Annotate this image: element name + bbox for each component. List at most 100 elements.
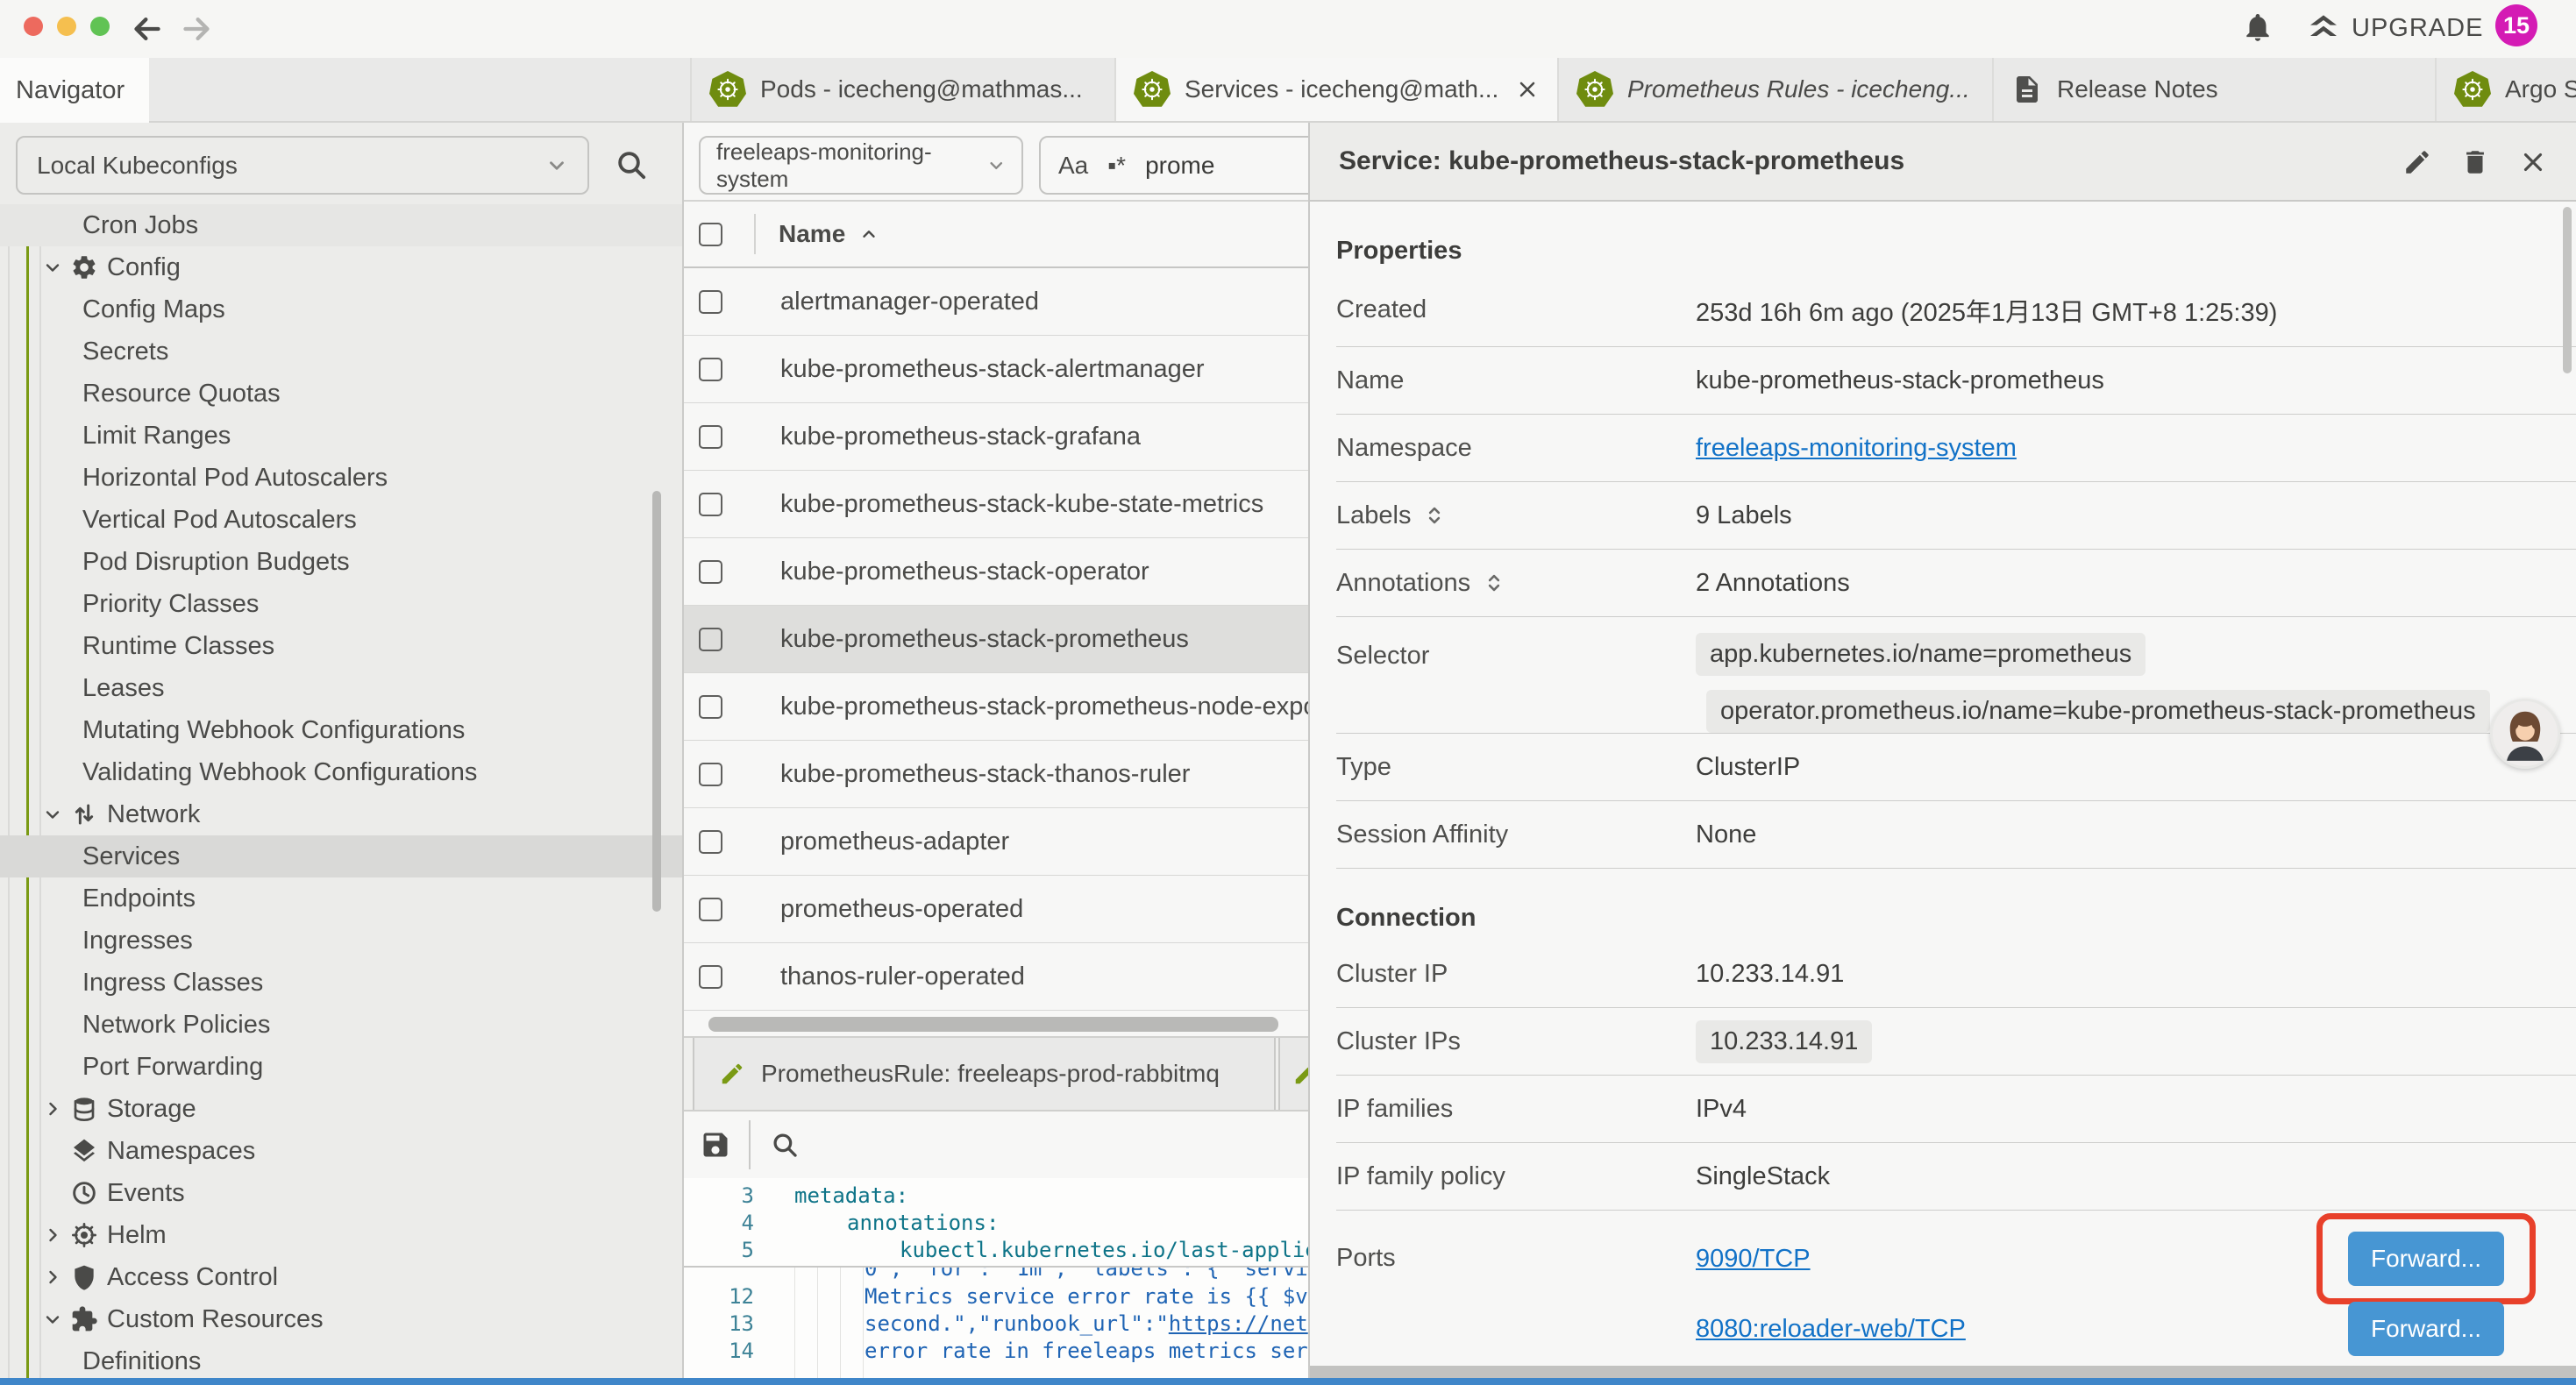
sidebar-item[interactable]: Network <box>0 793 682 835</box>
expand-toggle-icon[interactable] <box>1483 572 1505 594</box>
sidebar-item[interactable]: Secrets <box>0 330 682 373</box>
tree-chevron-icon[interactable] <box>42 1267 63 1288</box>
search-input[interactable]: Aa ▪* prome <box>1039 136 1308 195</box>
select-all-checkbox[interactable] <box>699 223 722 246</box>
row-checkbox[interactable] <box>699 695 722 719</box>
tree-chevron-icon[interactable] <box>42 1098 63 1119</box>
sidebar-item[interactable]: Limit Ranges <box>0 415 682 457</box>
close-tab-icon[interactable] <box>1515 77 1540 102</box>
cluster-tab[interactable]: Prometheus Rules - icecheng... <box>1557 58 1992 121</box>
edit-pencil-icon[interactable] <box>2402 147 2432 177</box>
sidebar-item[interactable]: Runtime Classes <box>0 625 682 667</box>
match-case-toggle[interactable]: Aa <box>1058 152 1088 180</box>
dock-tab-prometheusrule[interactable]: PrometheusRule: freeleaps-prod-rabbitmq <box>693 1038 1276 1110</box>
table-row[interactable]: prometheus-operated <box>684 876 1308 943</box>
table-row[interactable]: kube-prometheus-stack-kube-state-metrics <box>684 471 1308 538</box>
expand-toggle-icon[interactable] <box>1423 504 1446 527</box>
navigator-panel-tab[interactable]: Navigator <box>0 58 149 123</box>
sidebar-item[interactable]: Definitions <box>0 1340 682 1378</box>
user-avatar[interactable] <box>2490 699 2560 769</box>
row-checkbox[interactable] <box>699 560 722 584</box>
sidebar-item[interactable]: Ingresses <box>0 920 682 962</box>
cluster-tab[interactable]: Services - icecheng@math... <box>1114 58 1557 121</box>
row-checkbox[interactable] <box>699 628 722 651</box>
search-icon[interactable] <box>614 147 649 182</box>
row-checkbox[interactable] <box>699 763 722 786</box>
notification-count-badge[interactable]: 15 <box>2495 4 2537 46</box>
sidebar-item[interactable]: Validating Webhook Configurations <box>0 751 682 793</box>
row-checkbox[interactable] <box>699 358 722 381</box>
cluster-tab[interactable]: Release Notes <box>1992 58 2435 121</box>
sidebar-item[interactable]: Custom Resources <box>0 1298 682 1340</box>
traffic-light-minimize[interactable] <box>57 17 76 36</box>
table-row[interactable]: kube-prometheus-stack-operator <box>684 538 1308 606</box>
sidebar-item[interactable]: Config <box>0 246 682 288</box>
row-checkbox[interactable] <box>699 290 722 314</box>
tree-chevron-icon[interactable] <box>42 1225 63 1246</box>
sidebar-scrollbar[interactable] <box>652 491 661 912</box>
table-row[interactable]: alertmanager-operated <box>684 268 1308 336</box>
tree-chevron-icon[interactable] <box>42 257 63 278</box>
notifications-bell-icon[interactable] <box>2241 11 2274 44</box>
port-link-9090[interactable]: 9090/TCP <box>1696 1245 1811 1274</box>
table-row[interactable]: kube-prometheus-stack-grafana <box>684 403 1308 471</box>
traffic-light-close[interactable] <box>24 17 43 36</box>
forward-arrow-icon[interactable] <box>179 11 214 46</box>
sidebar-item[interactable]: Port Forwarding <box>0 1046 682 1088</box>
close-icon[interactable] <box>2518 147 2548 177</box>
row-checkbox[interactable] <box>699 493 722 516</box>
back-arrow-icon[interactable] <box>130 11 165 46</box>
sidebar-item[interactable]: Vertical Pod Autoscalers <box>0 499 682 541</box>
tree-chevron-icon[interactable] <box>42 1309 63 1330</box>
row-checkbox[interactable] <box>699 830 722 854</box>
sidebar-item[interactable]: Events <box>0 1172 682 1214</box>
sidebar-item[interactable]: Helm <box>0 1214 682 1256</box>
regex-toggle[interactable]: ▪* <box>1107 152 1126 180</box>
namespace-select[interactable]: freeleaps-monitoring-system <box>699 136 1023 195</box>
tree-chevron-icon[interactable] <box>42 804 63 825</box>
row-checkbox[interactable] <box>699 898 722 921</box>
forward-button[interactable]: Forward... <box>2348 1302 2504 1356</box>
sidebar-item[interactable]: Ingress Classes <box>0 962 682 1004</box>
table-row[interactable]: kube-prometheus-stack-thanos-ruler <box>684 741 1308 808</box>
port-link-8080[interactable]: 8080:reloader-web/TCP <box>1696 1315 1966 1344</box>
table-row[interactable]: thanos-ruler-operated <box>684 943 1308 1011</box>
sidebar-item[interactable]: Storage <box>0 1088 682 1130</box>
sidebar-item[interactable]: Config Maps <box>0 288 682 330</box>
row-checkbox[interactable] <box>699 425 722 449</box>
search-icon[interactable] <box>770 1130 800 1160</box>
sidebar-item[interactable]: Mutating Webhook Configurations <box>0 709 682 751</box>
sidebar-item[interactable]: Access Control <box>0 1256 682 1298</box>
detail-horizontal-scrollbar[interactable] <box>1310 1366 2576 1378</box>
sidebar-item[interactable]: Horizontal Pod Autoscalers <box>0 457 682 499</box>
sidebar-item[interactable]: Cron Jobs <box>0 204 682 246</box>
delete-trash-icon[interactable] <box>2460 147 2490 177</box>
sidebar-item[interactable]: Priority Classes <box>0 583 682 625</box>
cluster-tab[interactable]: Pods - icecheng@mathmas... <box>690 58 1114 121</box>
namespace-link[interactable]: freeleaps-monitoring-system <box>1696 434 2017 463</box>
upgrade-button[interactable]: UPGRADE <box>2306 11 2483 46</box>
table-row[interactable]: kube-prometheus-stack-prometheus-node-ex… <box>684 673 1308 741</box>
horizontal-scrollbar[interactable] <box>708 1017 1278 1032</box>
yaml-editor[interactable]: 3 metadata: 4 annotations: 5 kubectl.kub… <box>684 1178 1308 1378</box>
kubeconfig-select[interactable]: Local Kubeconfigs <box>16 136 589 195</box>
sidebar-item[interactable]: Leases <box>0 667 682 709</box>
sidebar-item[interactable]: Network Policies <box>0 1004 682 1046</box>
sidebar-item[interactable]: Resource Quotas <box>0 373 682 415</box>
forward-button[interactable]: Forward... <box>2348 1232 2504 1286</box>
table-row[interactable]: prometheus-adapter <box>684 808 1308 876</box>
dock-tab-clipped[interactable] <box>1278 1038 1308 1110</box>
sidebar-item[interactable]: Endpoints <box>0 877 682 920</box>
sidebar-item[interactable]: Namespaces <box>0 1130 682 1172</box>
table-row[interactable]: kube-prometheus-stack-alertmanager <box>684 336 1308 403</box>
sidebar-item[interactable]: Services <box>0 835 682 877</box>
runbook-url-link[interactable]: https://net <box>1169 1311 1308 1336</box>
save-icon[interactable] <box>700 1129 731 1161</box>
row-checkbox[interactable] <box>699 965 722 989</box>
detail-scrollbar[interactable] <box>2563 207 2572 373</box>
name-column-header[interactable]: Name <box>779 220 879 248</box>
traffic-light-maximize[interactable] <box>90 17 110 36</box>
table-row[interactable]: kube-prometheus-stack-prometheus <box>684 606 1308 673</box>
cluster-tab[interactable]: Argo Se <box>2435 58 2576 121</box>
sidebar-item[interactable]: Pod Disruption Budgets <box>0 541 682 583</box>
